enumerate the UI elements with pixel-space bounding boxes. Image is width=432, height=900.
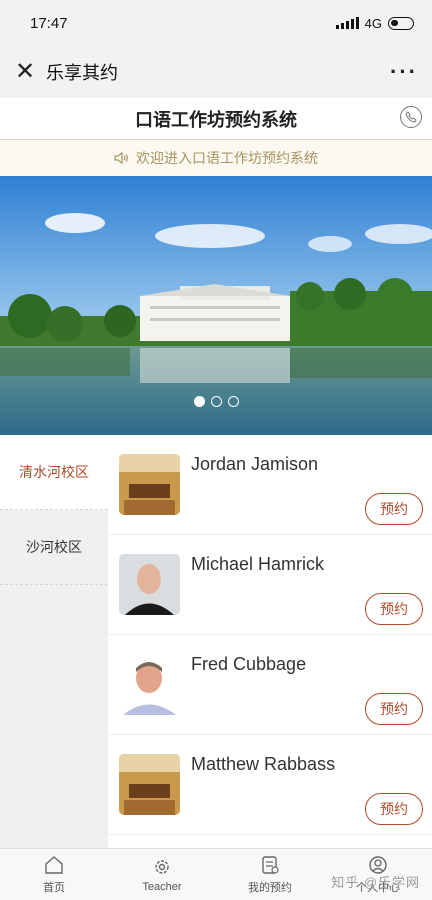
status-bar: 17:47 4G [0, 0, 432, 46]
page-title: 口语工作坊预约系统 [135, 109, 297, 130]
list-item[interactable]: Jordan Jamison 预约 [108, 435, 432, 535]
gear-icon [151, 856, 173, 878]
sidebar-item-label: 沙河校区 [26, 539, 82, 555]
campus-banner[interactable] [0, 176, 432, 435]
page-header: 口语工作坊预约系统 [0, 98, 432, 140]
phone-icon[interactable] [400, 106, 422, 128]
nav-title: 乐享其约 [46, 63, 118, 83]
battery-icon [388, 16, 414, 30]
sidebar-item-qingshuihe[interactable]: 清水河校区 [0, 435, 108, 510]
clipboard-icon [259, 854, 281, 876]
teacher-list: Jordan Jamison 预约 Michael Hamrick 预约 Fre… [108, 435, 432, 848]
network-label: 4G [364, 15, 382, 31]
room-thumbnail [119, 454, 180, 515]
more-menu-button[interactable]: ··· [390, 59, 418, 85]
teacher-name: Jordan Jamison [191, 454, 319, 474]
sidebar-item-label: 清水河校区 [19, 464, 89, 480]
book-button[interactable]: 预约 [365, 493, 423, 525]
teacher-avatar [119, 654, 180, 715]
carousel-dot[interactable] [193, 396, 205, 407]
tab-label: 首页 [43, 882, 65, 894]
carousel-dot[interactable] [227, 396, 239, 407]
notice-bar: 欢迎进入口语工作坊预约系统 [0, 140, 432, 176]
signal-icon [335, 17, 359, 29]
carousel-indicators [0, 396, 432, 407]
tab-label: 我的预约 [248, 882, 292, 894]
teacher-avatar [119, 554, 180, 615]
notice-text: 欢迎进入口语工作坊预约系统 [136, 150, 318, 166]
book-button[interactable]: 预约 [365, 693, 423, 725]
status-indicators: 4G [335, 15, 414, 31]
nav-bar: ✕ 乐享其约 ··· [0, 46, 432, 98]
book-button[interactable]: 预约 [365, 793, 423, 825]
speaker-icon [114, 151, 128, 165]
list-item[interactable]: Matthew Rabbass 预约 [108, 735, 432, 835]
list-item[interactable]: Michael Hamrick 预约 [108, 535, 432, 635]
watermark: 知乎 @乐学网 [331, 875, 420, 890]
status-time: 17:47 [30, 14, 68, 32]
tab-home[interactable]: 首页 [0, 849, 108, 900]
main-content: 清水河校区 沙河校区 Jordan Jamison 预约 Michael Ham… [0, 435, 432, 848]
teacher-name: Michael Hamrick [191, 554, 325, 574]
sidebar-item-shahe[interactable]: 沙河校区 [0, 510, 108, 585]
room-thumbnail [119, 754, 180, 815]
close-icon[interactable]: ✕ [14, 60, 36, 84]
carousel-dot[interactable] [210, 396, 222, 407]
book-button[interactable]: 预约 [365, 593, 423, 625]
home-icon [43, 854, 65, 876]
tab-label: Teacher [142, 881, 182, 893]
campus-sidebar: 清水河校区 沙河校区 [0, 435, 108, 848]
tab-my-bookings[interactable]: 我的预约 [216, 849, 324, 900]
teacher-name: Fred Cubbage [191, 654, 307, 674]
list-item[interactable]: Fred Cubbage 预约 [108, 635, 432, 735]
tab-teacher[interactable]: Teacher [108, 849, 216, 900]
teacher-name: Matthew Rabbass [191, 754, 336, 774]
